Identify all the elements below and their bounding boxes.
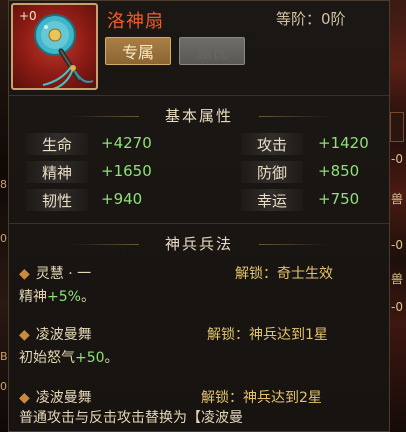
skill-unlock-condition: 解锁：奇士生效 — [235, 266, 333, 282]
stat-label-attack: 攻击 — [241, 133, 303, 155]
right-backdrop: -0 兽 -0 兽 -0 — [388, 0, 406, 432]
stat-value-toughness: +940 — [101, 190, 143, 208]
backdrop-card[interactable] — [390, 112, 404, 142]
skill-name: ◆ 凌波曼舞 — [19, 327, 92, 343]
skill-description: 普通攻击与反击攻击替换为【凌波曼 — [19, 410, 243, 426]
stat-label-spirit: 精神 — [26, 161, 88, 183]
item-level-label: +0 — [19, 9, 37, 23]
item-name: 洛神扇 — [107, 11, 164, 32]
rank-label: 等阶： — [276, 10, 322, 28]
stat-value-spirit: +1650 — [101, 162, 152, 180]
stat-label-luck: 幸运 — [241, 189, 303, 211]
edge-glyph: B — [0, 350, 8, 363]
skill-description: 初始怒气+50。 — [19, 350, 119, 366]
stat-label-toughness: 韧性 — [26, 189, 88, 211]
diamond-icon: ◆ — [19, 390, 30, 406]
stat-label-defense: 防御 — [241, 161, 303, 183]
backdrop-text: -0 — [391, 238, 403, 252]
skill-unlock-condition: 解锁：神兵达到1星 — [207, 327, 328, 343]
item-icon-frame[interactable]: +0 — [11, 3, 98, 90]
owner-tag[interactable]: 甄氏 — [179, 37, 245, 65]
skill-name: ◆ 凌波曼舞 — [19, 390, 92, 406]
exclusive-tag[interactable]: 专属 — [105, 37, 171, 65]
edge-glyph: 0 — [0, 380, 7, 393]
backdrop-text: 兽 — [391, 192, 404, 206]
skill-unlock-condition: 解锁：神兵达到2星 — [201, 390, 322, 406]
left-edge-backdrop: 8 0 B 0 — [0, 0, 8, 432]
stat-label-hp: 生命 — [26, 133, 88, 155]
base-attributes-title: 基本属性 — [9, 105, 389, 126]
skills-title: 神兵兵法 — [9, 233, 389, 254]
skill-description: 精神+5%。 — [19, 289, 95, 305]
stat-value-attack: +1420 — [318, 134, 369, 152]
stat-value-luck: +750 — [318, 190, 360, 208]
divider — [9, 223, 389, 224]
diamond-icon: ◆ — [19, 266, 30, 282]
skill-name: ◆ 灵慧 · 一 — [19, 266, 92, 282]
item-tooltip-panel: +0 洛神扇 等阶：0阶 专属 甄氏 基本属性 生命 +4270 攻击 +142… — [8, 0, 390, 432]
stat-value-defense: +850 — [318, 162, 360, 180]
edge-glyph: 8 — [0, 178, 7, 191]
item-rank: 等阶：0阶 — [276, 8, 346, 29]
stat-value-hp: +4270 — [101, 134, 152, 152]
backdrop-text: -0 — [391, 300, 403, 314]
diamond-icon: ◆ — [19, 327, 30, 343]
divider — [9, 95, 389, 96]
backdrop-text: -0 — [391, 152, 403, 166]
rank-value: 0阶 — [321, 10, 346, 28]
edge-glyph: 0 — [0, 232, 7, 245]
backdrop-text: 兽 — [391, 272, 404, 286]
